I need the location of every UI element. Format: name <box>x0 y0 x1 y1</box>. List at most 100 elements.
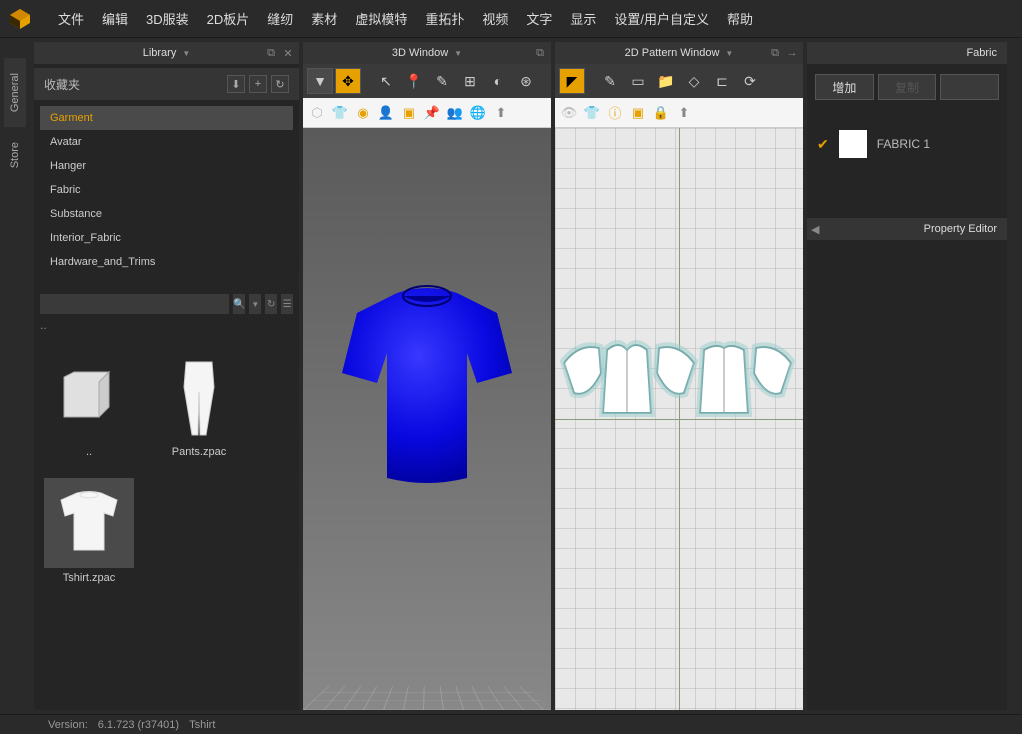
view-garment-icon[interactable]: ⬡ <box>307 103 327 123</box>
category-fabric[interactable]: Fabric <box>40 178 293 202</box>
dropdown-icon[interactable]: ▼ <box>182 49 190 58</box>
toolbar-3d-main: ▼ ✥ ↖ 📍 ✎ ⊞ ◐ ⊛ <box>303 64 551 98</box>
category-hardware-trims[interactable]: Hardware_and_Trims <box>40 250 293 274</box>
property-editor-body <box>807 240 1007 710</box>
close-icon[interactable]: ✕ <box>281 46 295 60</box>
property-editor-title: Property Editor <box>924 223 997 235</box>
window-2d-header: 2D Pattern Window ▼ ⧉ → <box>555 42 803 64</box>
notch-tool-icon[interactable]: ⊏ <box>709 68 735 94</box>
seam-tool-icon[interactable]: ⟳ <box>737 68 763 94</box>
refresh-list-icon[interactable]: ↻ <box>265 294 277 314</box>
popout-icon[interactable]: ⧉ <box>264 46 278 60</box>
download-icon[interactable]: ⬇ <box>227 75 245 93</box>
search-row: 🔍 ▼ ↻ ☰ <box>34 290 299 318</box>
add-icon[interactable]: + <box>249 75 267 93</box>
side-tab-general[interactable]: General <box>4 58 26 127</box>
menu-avatar[interactable]: 虚拟模特 <box>355 9 407 28</box>
menu-file[interactable]: 文件 <box>58 9 84 28</box>
search-icon[interactable]: 🔍 <box>233 294 245 314</box>
view-garment-icon[interactable]: 👕 <box>582 103 602 123</box>
draw-tool-icon[interactable]: ✎ <box>597 68 623 94</box>
search-input[interactable] <box>40 294 229 314</box>
view-shirt-icon[interactable]: 👕 <box>330 103 350 123</box>
add-fabric-button[interactable]: 增加 <box>815 74 874 100</box>
category-list: Garment Avatar Hanger Fabric Substance I… <box>34 100 299 280</box>
view-avatar-icon[interactable]: 👤 <box>376 103 396 123</box>
file-pants[interactable]: Pants.zpac <box>154 352 244 458</box>
view-surface-icon[interactable]: ▣ <box>399 103 419 123</box>
menu-sewing[interactable]: 缝纫 <box>267 9 293 28</box>
popout-icon[interactable]: ⧉ <box>768 46 782 60</box>
fabric-swatch[interactable] <box>839 130 867 158</box>
copy-fabric-button[interactable]: 复制 <box>878 74 937 100</box>
panel-container: Library ▼ ⧉ ✕ 收藏夹 ⬇ + ↻ Garment Avatar H… <box>30 38 1022 714</box>
viewport-3d-canvas[interactable] <box>303 128 551 710</box>
dropdown-icon[interactable]: ▼ <box>725 49 733 58</box>
fabric-item[interactable]: ✔ FABRIC 1 <box>817 130 997 158</box>
main-area: General Store Library ▼ ⧉ ✕ 收藏夹 ⬇ + ↻ <box>0 38 1022 714</box>
pattern-pieces[interactable] <box>555 328 803 428</box>
file-tshirt[interactable]: Tshirt.zpac <box>44 478 134 584</box>
layer-icon[interactable]: ▣ <box>628 103 648 123</box>
view-pin-icon[interactable]: 📌 <box>422 103 442 123</box>
fold-tool-icon[interactable]: ◐ <box>485 68 511 94</box>
pin-tool-icon[interactable]: 📍 <box>401 68 427 94</box>
third-fabric-button[interactable] <box>940 74 999 100</box>
upload-icon[interactable]: ⬆ <box>674 103 694 123</box>
tack-tool-icon[interactable]: ⊛ <box>513 68 539 94</box>
move-tool-icon[interactable]: ✥ <box>335 68 361 94</box>
edit-tool-icon[interactable]: ✎ <box>429 68 455 94</box>
collapse-icon[interactable]: ◀ <box>811 223 819 236</box>
view-texture-icon[interactable]: ◉ <box>353 103 373 123</box>
menu-material[interactable]: 素材 <box>311 9 337 28</box>
window-3d-header: 3D Window ▼ ⧉ <box>303 42 551 64</box>
arrange-tool-icon[interactable]: ⊞ <box>457 68 483 94</box>
toolbar-2d-main: ◤ ✎ ▭ 📁 ◇ ⊏ ⟳ <box>555 64 803 98</box>
rect-tool-icon[interactable]: ▭ <box>625 68 651 94</box>
edit-pattern-icon[interactable]: ◤ <box>559 68 585 94</box>
menu-text[interactable]: 文字 <box>526 9 552 28</box>
menu-3d-garment[interactable]: 3D服装 <box>146 9 189 28</box>
popout-icon[interactable]: ⧉ <box>533 46 547 60</box>
current-file: Tshirt <box>189 719 215 731</box>
right-panel: Fabric 增加 复制 ✔ FABRIC 1 ◀ Property Edito… <box>807 42 1007 710</box>
category-avatar[interactable]: Avatar <box>40 130 293 154</box>
menu-edit[interactable]: 编辑 <box>102 9 128 28</box>
side-tab-store[interactable]: Store <box>4 127 26 183</box>
file-parent-folder[interactable]: .. <box>44 352 134 458</box>
menu-2d-pattern[interactable]: 2D板片 <box>207 9 250 28</box>
expand-icon[interactable]: → <box>785 46 799 60</box>
menu-retopology[interactable]: 重拓扑 <box>425 9 464 28</box>
dropdown-icon[interactable]: ▼ <box>454 49 462 58</box>
file-label: .. <box>44 446 134 458</box>
version-label: Version: <box>48 719 88 731</box>
list-view-icon[interactable]: ☰ <box>281 294 293 314</box>
window-2d-title: 2D Pattern Window <box>625 47 720 59</box>
view-eye-icon[interactable]: 👁 <box>559 103 579 123</box>
view-globe-icon[interactable]: 🌐 <box>468 103 488 123</box>
category-garment[interactable]: Garment <box>40 106 293 130</box>
info-icon[interactable]: ⓘ <box>605 103 625 123</box>
view-avatar2-icon[interactable]: 👥 <box>445 103 465 123</box>
lock-icon[interactable]: 🔒 <box>651 103 671 123</box>
select-tool-icon[interactable]: ↖ <box>373 68 399 94</box>
refresh-icon[interactable]: ↻ <box>271 75 289 93</box>
menu-display[interactable]: 显示 <box>570 9 596 28</box>
search-dropdown-icon[interactable]: ▼ <box>249 294 261 314</box>
category-interior-fabric[interactable]: Interior_Fabric <box>40 226 293 250</box>
simulate-icon[interactable]: ▼ <box>307 68 333 94</box>
menu-settings[interactable]: 设置/用户自定义 <box>614 9 709 28</box>
dart-tool-icon[interactable]: ◇ <box>681 68 707 94</box>
breadcrumb-path[interactable]: .. <box>34 318 299 332</box>
garment-3d-model[interactable] <box>332 278 522 501</box>
side-tabs: General Store <box>0 38 30 714</box>
category-substance[interactable]: Substance <box>40 202 293 226</box>
fabric-title: Fabric <box>966 47 997 59</box>
folder-tool-icon[interactable]: 📁 <box>653 68 679 94</box>
export-icon[interactable]: ⬆ <box>491 103 511 123</box>
menu-video[interactable]: 视频 <box>482 9 508 28</box>
library-header: Library ▼ ⧉ ✕ <box>34 42 299 64</box>
category-hanger[interactable]: Hanger <box>40 154 293 178</box>
menu-help[interactable]: 帮助 <box>727 9 753 28</box>
viewport-2d-canvas[interactable] <box>555 128 803 710</box>
